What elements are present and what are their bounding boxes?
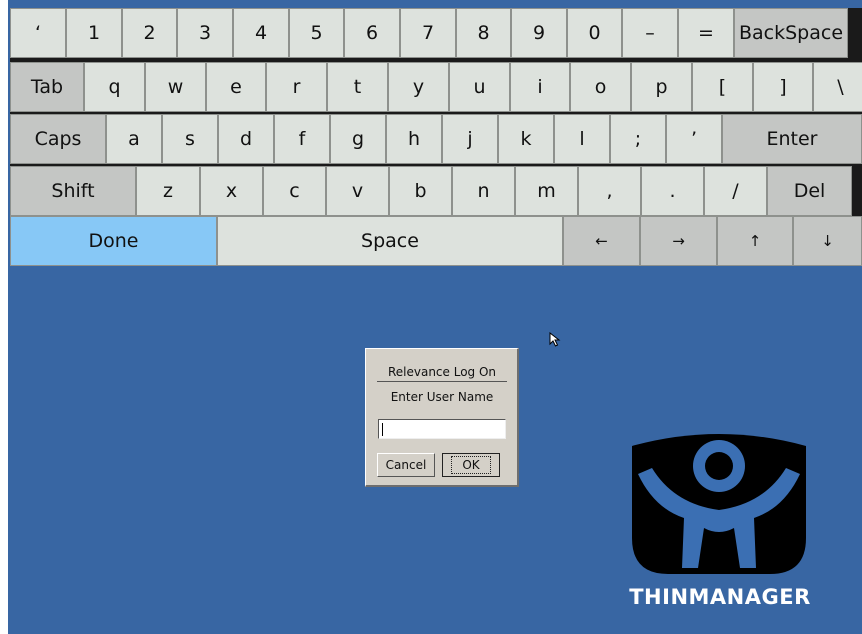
key[interactable]: j <box>442 114 498 164</box>
key[interactable]: ‘ <box>10 8 66 58</box>
key[interactable]: = <box>678 8 734 58</box>
key[interactable]: 1 <box>66 8 122 58</box>
key[interactable]: b <box>389 166 452 216</box>
key[interactable]: 2 <box>122 8 177 58</box>
key[interactable]: . <box>641 166 704 216</box>
key[interactable]: ; <box>610 114 666 164</box>
key[interactable]: Enter <box>722 114 862 164</box>
key[interactable]: BackSpace <box>734 8 848 58</box>
dialog-prompt: Enter User Name <box>390 390 494 404</box>
key[interactable]: – <box>622 8 678 58</box>
key[interactable]: Del <box>767 166 852 216</box>
key[interactable]: o <box>570 62 631 112</box>
key[interactable]: → <box>640 216 717 266</box>
key[interactable]: ] <box>753 62 813 112</box>
key[interactable]: ↑ <box>717 216 793 266</box>
key[interactable]: v <box>326 166 389 216</box>
key[interactable]: k <box>498 114 554 164</box>
key[interactable]: ← <box>563 216 640 266</box>
logon-dialog: Relevance Log On Enter User Name Cancel … <box>365 348 519 487</box>
key[interactable]: n <box>452 166 515 216</box>
key[interactable]: 6 <box>344 8 400 58</box>
key[interactable]: 0 <box>567 8 622 58</box>
key[interactable]: y <box>388 62 449 112</box>
key[interactable]: w <box>145 62 206 112</box>
key[interactable]: d <box>218 114 274 164</box>
key[interactable]: p <box>631 62 692 112</box>
key[interactable]: 4 <box>233 8 289 58</box>
thinmanager-logo-icon <box>632 434 806 574</box>
key[interactable]: ↓ <box>793 216 862 266</box>
key[interactable]: h <box>386 114 442 164</box>
mouse-pointer-icon <box>549 332 561 347</box>
ok-button-label: OK <box>451 456 491 474</box>
key[interactable]: Shift <box>10 166 136 216</box>
key[interactable]: r <box>266 62 327 112</box>
text-caret <box>382 423 383 436</box>
key[interactable]: 5 <box>289 8 344 58</box>
on-screen-keyboard: ‘1 2 3 4 5 6 7 8 9 0– = BackSpace Tab q w e r t y u i o p[] \ Ca… <box>10 8 862 266</box>
key[interactable]: g <box>330 114 386 164</box>
key[interactable]: c <box>263 166 326 216</box>
dialog-title: Relevance Log On <box>387 365 497 379</box>
key[interactable]: x <box>200 166 263 216</box>
key[interactable]: \ <box>813 62 862 112</box>
key[interactable]: ’ <box>666 114 722 164</box>
key[interactable]: f <box>274 114 330 164</box>
key[interactable]: 3 <box>177 8 233 58</box>
key[interactable]: 9 <box>511 8 567 58</box>
cancel-button[interactable]: Cancel <box>377 453 435 477</box>
key[interactable]: Caps <box>10 114 106 164</box>
key[interactable]: i <box>510 62 570 112</box>
key[interactable]: z <box>136 166 200 216</box>
key[interactable]: , <box>578 166 641 216</box>
thinmanager-wordmark: THINMANAGER <box>629 585 811 609</box>
key[interactable]: l <box>554 114 610 164</box>
key[interactable]: 8 <box>456 8 511 58</box>
key[interactable]: Space <box>217 216 563 266</box>
key[interactable]: e <box>206 62 266 112</box>
key[interactable]: Done <box>10 216 217 266</box>
username-input[interactable] <box>378 419 506 439</box>
key[interactable]: q <box>84 62 145 112</box>
key[interactable]: / <box>704 166 767 216</box>
key[interactable]: s <box>162 114 218 164</box>
key[interactable]: 7 <box>400 8 456 58</box>
key[interactable]: u <box>449 62 510 112</box>
key[interactable]: t <box>327 62 388 112</box>
key[interactable]: Tab <box>10 62 84 112</box>
dialog-divider <box>377 381 507 382</box>
ok-button[interactable]: OK <box>442 453 500 477</box>
key[interactable]: m <box>515 166 578 216</box>
cancel-button-label: Cancel <box>385 458 427 472</box>
key[interactable]: [ <box>692 62 753 112</box>
key[interactable]: a <box>106 114 162 164</box>
